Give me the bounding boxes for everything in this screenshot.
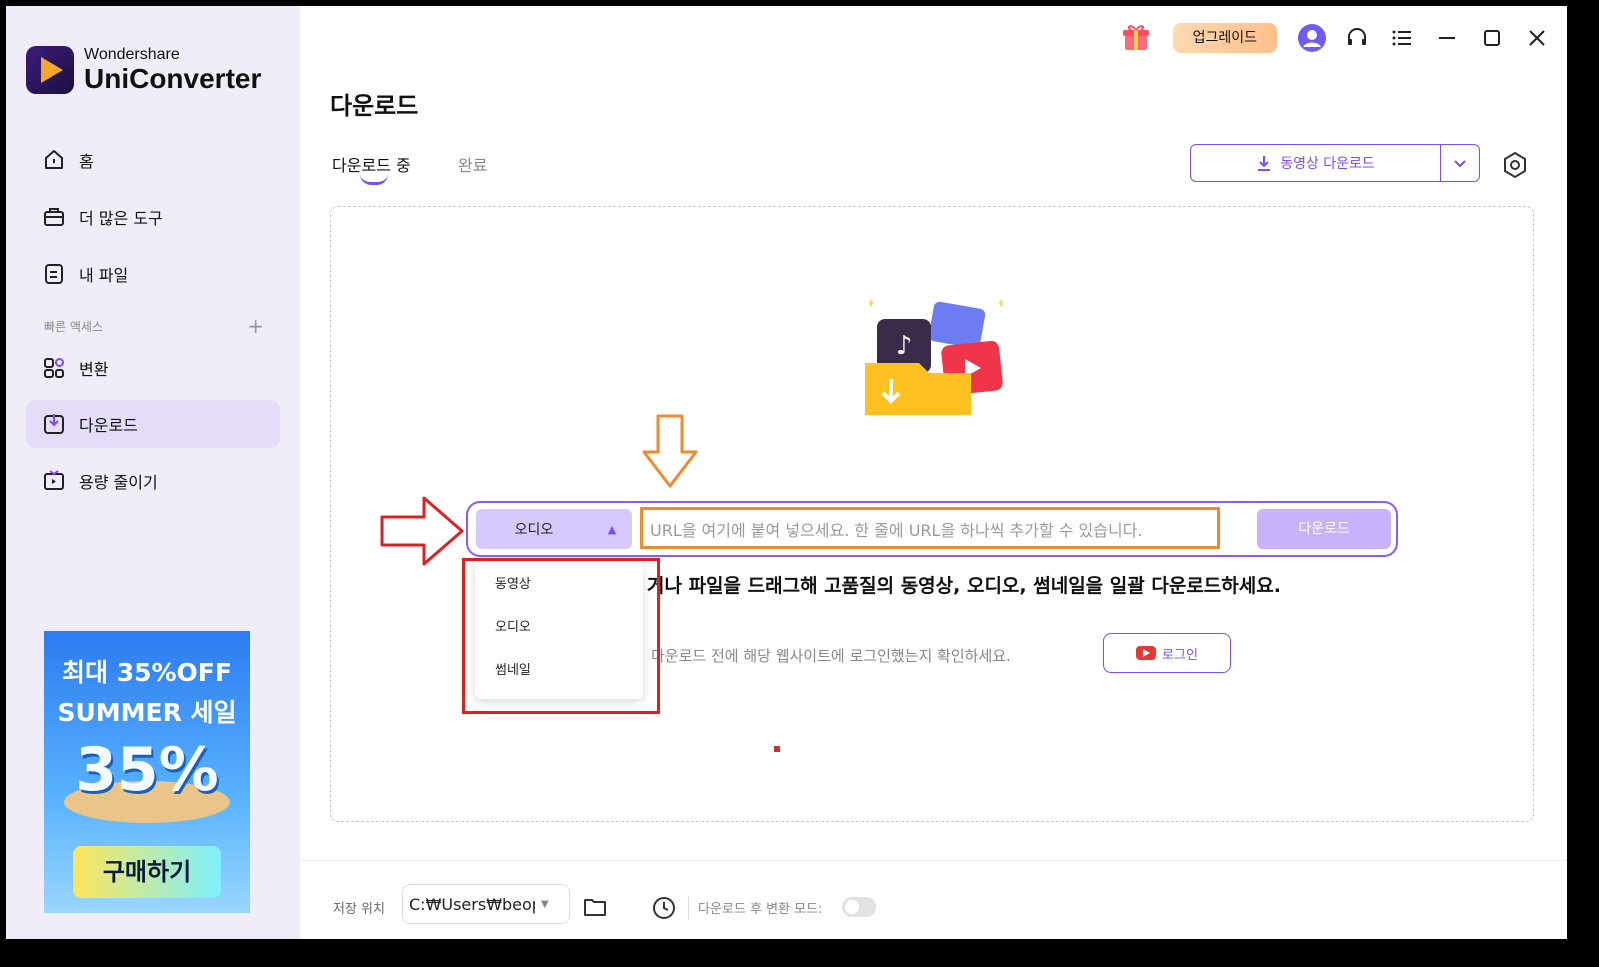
sidebar-item-label: 더 많은 도구 (79, 209, 163, 228)
tab-label: 완료 (458, 156, 488, 175)
save-path-select[interactable]: C:₩Users₩beop ▼ (402, 884, 570, 924)
media-type-select[interactable]: 오디오 ▲ (476, 509, 632, 549)
upgrade-button[interactable]: 업그레이드 (1172, 23, 1277, 53)
footer-divider (300, 860, 1567, 861)
clock-icon[interactable] (652, 896, 676, 920)
footer-separator (688, 897, 689, 919)
maximize-icon[interactable] (1477, 23, 1507, 53)
menu-item-video[interactable]: 동영상 (475, 563, 643, 606)
minimize-icon[interactable] (1432, 23, 1462, 53)
toolbox-icon (41, 204, 67, 230)
brand-big: UniConverter (84, 63, 262, 94)
tab-downloading[interactable]: 다운로드 중 (332, 152, 411, 185)
sidebar-item-more-tools[interactable]: 더 많은 도구 (26, 193, 280, 241)
download-button[interactable]: 다운로드 (1257, 509, 1391, 549)
close-icon[interactable] (1522, 23, 1552, 53)
quick-access-header: 빠른 액세스 + (44, 314, 264, 338)
add-quick-access-icon[interactable]: + (247, 314, 264, 338)
promo-headline: 최대 35%OFF (62, 658, 232, 687)
video-download-button-group: 동영상 다운로드 (1190, 144, 1480, 182)
download-illustration-icon: ♪ (865, 299, 1003, 415)
main-content: 업그레이드 다운로드 다운로드 중 완료 동영상 다운로드 ♪ 오디오 ▲ UR… (300, 6, 1567, 939)
convert-after-download-label: 다운로드 후 변환 모드: (698, 902, 823, 917)
caret-down-icon: ▼ (541, 898, 549, 910)
save-location-label: 저장 위치 (333, 902, 385, 917)
video-download-button[interactable]: 동영상 다운로드 (1191, 145, 1441, 181)
menu-icon[interactable] (1387, 23, 1417, 53)
settings-gear-icon[interactable] (1500, 150, 1530, 180)
save-path-value: C:₩Users₩beop (409, 894, 535, 914)
sidebar: Wondershare UniConverter 홈 더 많은 도구 내 파일 … (6, 6, 300, 939)
convert-icon (41, 355, 67, 381)
support-headset-icon[interactable] (1342, 23, 1372, 53)
sidebar-item-compress[interactable]: 용량 줄이기 (26, 457, 280, 505)
video-download-label: 동영상 다운로드 (1280, 156, 1375, 172)
sidebar-item-label: 홈 (79, 152, 94, 171)
promo-subhead: SUMMER 세일 (57, 698, 237, 727)
download-icon (41, 411, 67, 437)
sidebar-item-label: 용량 줄이기 (79, 473, 158, 492)
app-logo: Wondershare UniConverter (26, 46, 261, 94)
brand-small: Wondershare (84, 46, 180, 63)
stray-dot (774, 746, 780, 752)
media-type-dropdown-highlight: 동영상 오디오 썸네일 (462, 558, 660, 714)
quick-access-label: 빠른 액세스 (44, 319, 104, 334)
buy-button[interactable]: 구매하기 (73, 846, 221, 898)
promo-percent: 35% (75, 735, 219, 805)
url-input-highlight (640, 507, 1220, 549)
youtube-login-button[interactable]: 로그인 (1103, 633, 1231, 673)
orange-arrow-down-icon (642, 414, 698, 488)
title-bar: 업그레이드 (1121, 20, 1567, 56)
caret-up-icon: ▲ (607, 522, 617, 536)
login-notice: 다운로드 전에 해당 웹사이트에 로그인했는지 확인하세요. (651, 647, 1011, 665)
sidebar-item-convert[interactable]: 변환 (26, 344, 280, 392)
sidebar-item-download[interactable]: 다운로드 (26, 400, 280, 448)
media-type-menu: 동영상 오디오 썸네일 (475, 563, 643, 699)
download-arrow-icon (1258, 156, 1271, 171)
tab-completed[interactable]: 완료 (458, 152, 487, 176)
media-type-value: 오디오 (514, 522, 554, 538)
drop-zone-headline: 거나 파일을 드래그해 고품질의 동영상, 오디오, 썸네일을 일괄 다운로드하… (647, 575, 1281, 597)
uniconverter-logo-icon (26, 46, 74, 94)
menu-item-audio[interactable]: 오디오 (475, 606, 643, 649)
menu-item-thumbnail[interactable]: 썸네일 (475, 649, 643, 692)
tab-label: 다운로드 중 (332, 156, 411, 175)
chevron-down-icon[interactable] (1441, 156, 1479, 170)
sidebar-item-label: 변환 (79, 360, 109, 379)
promo-banner[interactable]: 최대 35%OFF SUMMER 세일 35% 구매하기 (44, 631, 250, 913)
login-label: 로그인 (1162, 647, 1198, 663)
sidebar-item-my-files[interactable]: 내 파일 (26, 250, 280, 298)
convert-after-download-toggle[interactable] (842, 897, 876, 917)
sidebar-item-home[interactable]: 홈 (26, 136, 280, 184)
sidebar-item-label: 내 파일 (79, 266, 129, 285)
active-tab-indicator (360, 174, 388, 185)
compress-icon (41, 468, 67, 494)
svg-text:♪: ♪ (896, 331, 913, 361)
app-window: Wondershare UniConverter 홈 더 많은 도구 내 파일 … (6, 6, 1567, 939)
youtube-icon (1136, 646, 1157, 660)
folder-icon[interactable] (583, 897, 607, 917)
avatar-icon[interactable] (1297, 23, 1327, 53)
sidebar-item-label: 다운로드 (79, 416, 138, 435)
footer-bar: 저장 위치 C:₩Users₩beop ▼ 다운로드 후 변환 모드: (300, 862, 1567, 939)
red-arrow-right-icon (380, 496, 464, 566)
page-title: 다운로드 (330, 92, 419, 120)
home-icon (41, 147, 67, 173)
gift-icon[interactable] (1121, 23, 1151, 53)
file-icon (41, 261, 67, 287)
